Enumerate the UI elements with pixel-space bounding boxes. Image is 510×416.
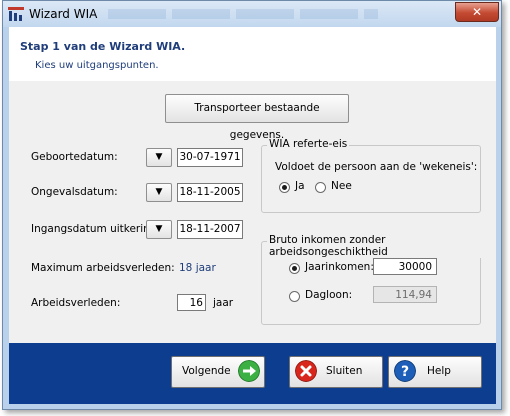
wekeneis-nee-label[interactable]: Nee (331, 180, 352, 192)
wekeneis-ja-radio[interactable] (279, 182, 290, 193)
wia-referte-legend: WIA referte-eis (267, 138, 350, 150)
volgende-label: Volgende (182, 365, 231, 377)
title-bar-backdrop (108, 9, 378, 19)
wekeneis-nee-radio[interactable] (315, 182, 326, 193)
sluiten-button[interactable]: Sluiten (289, 356, 383, 388)
chevron-down-icon: ▼ (155, 152, 163, 162)
max-arbeidsverleden-label: Maximum arbeidsverleden: (31, 262, 175, 274)
ongevalsdatum-label: Ongevalsdatum: (31, 186, 118, 198)
wekeneis-question: Voldoet de persoon aan de 'wekeneis': (275, 161, 478, 173)
window-close-button[interactable]: ✕ (455, 2, 499, 22)
jaarinkomen-label[interactable]: Jaarinkomen: (305, 261, 374, 273)
geboortedatum-label: Geboortedatum: (31, 151, 118, 163)
bruto-inkomen-legend: Bruto inkomen zonder arbeidsongeschikthe… (267, 234, 496, 258)
wizard-header: Stap 1 van de Wizard WIA. Kies uw uitgan… (9, 27, 496, 82)
step-subtitle: Kies uw uitgangspunten. (35, 60, 159, 71)
wizard-footer: Volgende Sluiten ? Help (9, 343, 496, 404)
geboortedatum-dropdown-button[interactable]: ▼ (146, 148, 172, 167)
volgende-button[interactable]: Volgende (171, 356, 265, 388)
close-circle-icon (295, 360, 317, 382)
sluiten-label: Sluiten (326, 365, 363, 377)
help-button[interactable]: ? Help (388, 356, 482, 388)
wizard-content: Transporteer bestaande gegevens. Geboort… (9, 81, 496, 343)
ongevalsdatum-dropdown-button[interactable]: ▼ (146, 183, 172, 202)
wia-referte-group (261, 145, 481, 213)
geboortedatum-field[interactable]: 30-07-1971 (177, 148, 243, 167)
chevron-down-icon: ▼ (155, 224, 163, 234)
svg-text:?: ? (401, 364, 409, 380)
step-title: Stap 1 van de Wizard WIA. (20, 40, 186, 53)
arbeidsverleden-label: Arbeidsverleden: (31, 297, 121, 309)
max-arbeidsverleden-value: 18 jaar (179, 262, 216, 274)
arbeidsverleden-unit: jaar (213, 297, 234, 309)
ingangsdatum-field[interactable]: 18-11-2007 (177, 220, 243, 239)
help-label: Help (427, 365, 451, 377)
wekeneis-ja-label[interactable]: Ja (295, 180, 305, 192)
dagloon-label[interactable]: Dagloon: (305, 289, 352, 301)
help-icon: ? (394, 360, 416, 382)
ingangsdatum-label: Ingangsdatum uitkering: (31, 223, 161, 235)
arrow-right-icon (238, 360, 260, 382)
dagloon-field: 114,94 (373, 286, 437, 303)
chevron-down-icon: ▼ (155, 187, 163, 197)
jaarinkomen-radio[interactable] (289, 263, 300, 274)
title-bar: Wizard WIA ✕ (3, 1, 501, 27)
window-title: Wizard WIA (29, 7, 98, 21)
dagloon-radio[interactable] (289, 291, 300, 302)
arbeidsverleden-field[interactable]: 16 (177, 294, 206, 311)
ongevalsdatum-field[interactable]: 18-11-2005 (177, 183, 243, 202)
jaarinkomen-field[interactable]: 30000 (373, 258, 437, 275)
ingangsdatum-dropdown-button[interactable]: ▼ (146, 220, 172, 239)
wizard-window: Wizard WIA ✕ Stap 1 van de Wizard WIA. K… (2, 0, 502, 410)
transport-data-button[interactable]: Transporteer bestaande gegevens. (165, 94, 349, 141)
app-icon (8, 7, 24, 21)
